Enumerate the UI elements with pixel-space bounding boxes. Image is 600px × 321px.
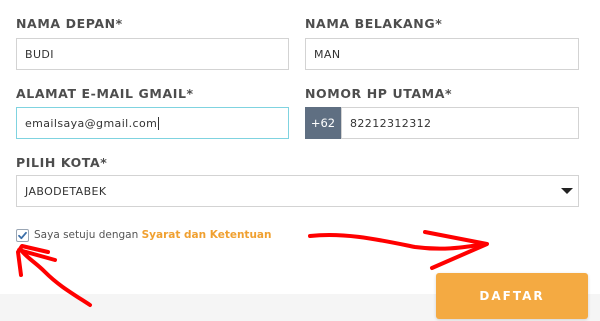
last-name-label: NAMA BELAKANG* xyxy=(305,16,443,31)
agreement-checkbox[interactable] xyxy=(16,229,29,242)
triangle-down-icon xyxy=(561,188,573,194)
city-label: PILIH KOTA* xyxy=(16,155,108,170)
annotation-arrowhead-left xyxy=(16,244,57,277)
city-selected-value: JABODETABEK xyxy=(25,184,107,198)
register-button[interactable]: DAFTAR xyxy=(436,273,588,319)
last-name-field[interactable]: MAN xyxy=(305,38,579,70)
phone-label: NOMOR HP UTAMA* xyxy=(305,86,453,101)
email-field[interactable]: emailsaya@gmail.com xyxy=(16,107,289,139)
phone-country-code: +62 xyxy=(305,107,341,139)
phone-value: 82212312312 xyxy=(350,116,432,130)
email-value: emailsaya@gmail.com xyxy=(25,116,158,130)
agreement-text: Saya setuju dengan Syarat dan Ketentuan xyxy=(34,229,272,241)
check-icon xyxy=(18,231,27,240)
agreement-label: Saya setuju dengan xyxy=(34,229,139,241)
first-name-field[interactable]: BUDI xyxy=(16,38,289,70)
first-name-label: NAMA DEPAN* xyxy=(16,16,123,31)
terms-link[interactable]: Syarat dan Ketentuan xyxy=(142,229,272,241)
phone-field[interactable]: 82212312312 xyxy=(341,107,579,139)
annotation-arrowhead-right xyxy=(423,230,489,270)
city-select[interactable]: JABODETABEK xyxy=(16,175,579,207)
email-label: ALAMAT E-MAIL GMAIL* xyxy=(16,86,194,101)
text-caret xyxy=(158,116,160,130)
annotation-arrow-right xyxy=(308,232,488,251)
first-name-value: BUDI xyxy=(25,47,54,61)
last-name-value: MAN xyxy=(314,47,341,61)
